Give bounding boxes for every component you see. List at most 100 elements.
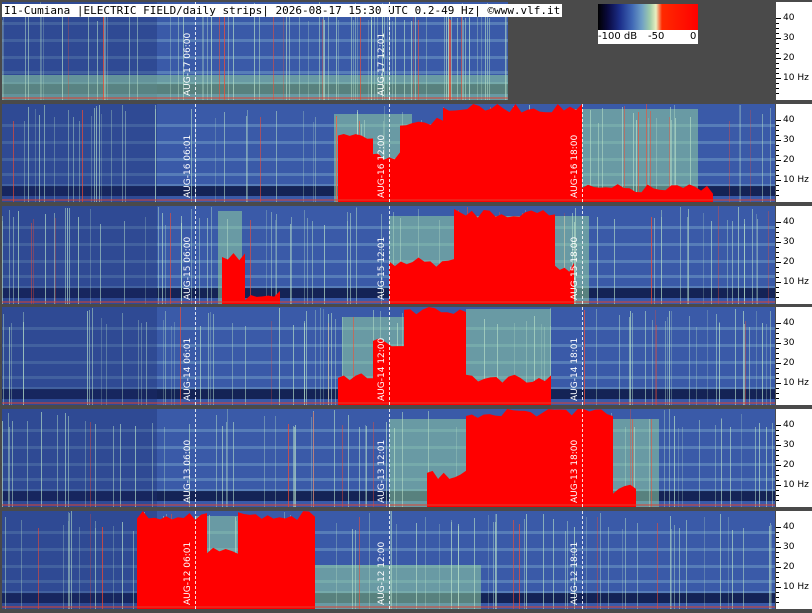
axis-minor-tick — [776, 48, 779, 49]
time-label: AUG-16 12:00 — [377, 134, 387, 198]
noise-streak — [315, 310, 316, 405]
noise-streak — [373, 422, 374, 507]
noise-streak — [290, 224, 291, 304]
noise-streak — [396, 524, 397, 609]
noise-streak — [164, 427, 165, 507]
noise-streak — [728, 517, 729, 609]
noise-streak — [394, 428, 395, 507]
axis-minor-tick — [776, 267, 779, 268]
noise-streak — [304, 321, 305, 405]
noise-streak — [41, 10, 42, 100]
axis-minor-tick — [776, 155, 779, 156]
noise-streak — [90, 422, 91, 507]
noise-streak — [293, 325, 294, 405]
noise-streak — [27, 421, 28, 507]
noise-streak — [359, 517, 360, 609]
noise-streak — [674, 416, 675, 507]
noise-streak — [732, 221, 733, 304]
noise-streak — [355, 3, 356, 100]
burst-region — [389, 257, 454, 304]
noise-streak — [68, 512, 69, 609]
noise-streak — [207, 8, 208, 100]
noise-streak — [323, 309, 324, 405]
noise-streak — [756, 311, 757, 405]
axis-tick — [776, 383, 781, 384]
noise-streak — [368, 20, 369, 100]
noise-streak — [79, 527, 80, 609]
noise-streak — [165, 225, 166, 304]
burst-region — [443, 104, 582, 202]
noise-streak — [485, 13, 486, 100]
noise-streak — [101, 318, 102, 405]
axis-tick — [776, 587, 781, 588]
noise-streak — [336, 523, 337, 609]
axis-tick — [776, 262, 781, 263]
noise-streak — [495, 522, 496, 609]
noise-streak — [90, 209, 91, 304]
noise-streak — [271, 321, 272, 405]
noise-streak — [757, 219, 758, 304]
noise-streak — [477, 10, 478, 100]
legend-mid-label: -50 — [648, 31, 665, 42]
axis-tick-label: 30 — [783, 135, 795, 145]
noise-streak — [94, 108, 95, 202]
axis-minor-tick — [776, 470, 779, 471]
noise-streak — [730, 427, 731, 507]
noise-streak — [416, 523, 417, 609]
noise-streak — [171, 326, 172, 405]
axis-tick-label: 20 — [783, 562, 795, 572]
time-label: AUG-12 06:01 — [183, 541, 193, 605]
noise-streak — [289, 16, 290, 100]
noise-streak — [101, 114, 102, 202]
noise-streak — [79, 121, 80, 202]
time-gridline — [195, 511, 196, 609]
noise-streak — [276, 111, 277, 202]
noise-streak — [181, 216, 182, 304]
noise-streak — [632, 313, 633, 405]
axis-tick — [776, 527, 781, 528]
noise-streak — [657, 523, 658, 609]
noise-streak — [656, 325, 657, 405]
noise-streak — [246, 116, 247, 202]
noise-streak — [688, 209, 689, 304]
axis-minor-tick — [776, 358, 779, 359]
noise-streak — [418, 20, 419, 100]
noise-streak — [111, 110, 112, 202]
noise-streak — [78, 217, 79, 304]
noise-streak — [348, 415, 349, 507]
axis-tick — [776, 120, 781, 121]
noise-streak — [266, 210, 267, 304]
noise-streak — [28, 17, 29, 100]
noise-streak — [711, 221, 712, 304]
noise-streak — [45, 214, 46, 304]
axis-minor-tick — [776, 247, 779, 248]
noise-streak — [3, 314, 4, 405]
axis-tick — [776, 465, 781, 466]
axis-minor-tick — [776, 43, 779, 44]
noise-streak — [458, 526, 459, 609]
time-gridline — [195, 409, 196, 507]
axis-tick — [776, 180, 781, 181]
noise-streak — [307, 218, 308, 304]
axis-minor-tick — [776, 430, 779, 431]
noise-streak — [303, 111, 304, 202]
time-label: AUG-12 18:01 — [570, 541, 580, 605]
noise-streak — [336, 11, 337, 100]
noise-streak — [222, 426, 223, 507]
axis-minor-tick — [776, 257, 779, 258]
noise-streak — [759, 423, 760, 507]
noise-streak — [674, 525, 675, 609]
noise-streak — [652, 320, 653, 405]
noise-streak — [715, 425, 716, 507]
noise-streak — [741, 414, 742, 507]
noise-streak — [462, 3, 463, 100]
noise-streak — [493, 522, 494, 609]
noise-streak — [174, 322, 175, 405]
noise-streak — [87, 311, 88, 405]
noise-streak — [636, 120, 637, 202]
axis-minor-tick — [776, 88, 779, 89]
noise-streak — [743, 528, 744, 609]
time-label: AUG-13 06:00 — [183, 439, 193, 503]
axis-minor-tick — [776, 353, 779, 354]
noise-streak — [762, 114, 763, 202]
